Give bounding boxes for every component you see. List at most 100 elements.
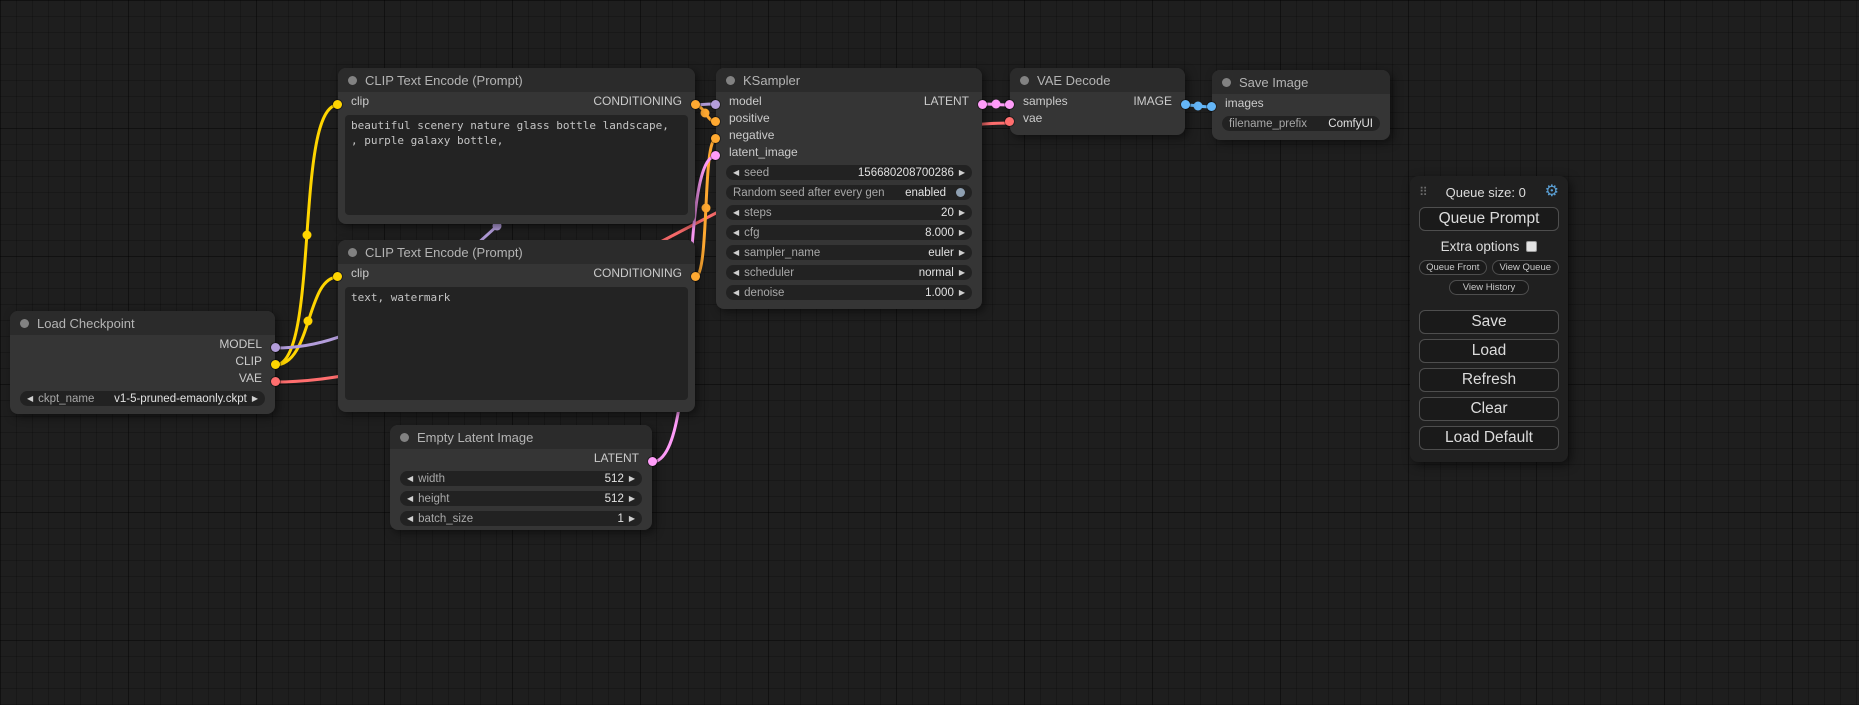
node-title: Save Image — [1239, 75, 1308, 90]
input-pin-model[interactable] — [711, 100, 720, 109]
node-title: Empty Latent Image — [417, 430, 533, 445]
decrement-arrow-icon[interactable]: ◀ — [733, 289, 739, 297]
increment-arrow-icon[interactable]: ▶ — [629, 475, 635, 483]
node-titlebar[interactable]: VAE Decode — [1010, 68, 1185, 92]
input-pin-positive[interactable] — [711, 117, 720, 126]
collapse-dot-icon[interactable] — [726, 76, 735, 85]
input-pin-samples[interactable] — [1005, 100, 1014, 109]
node-title: Load Checkpoint — [37, 316, 135, 331]
width-widget[interactable]: ◀ width 512 ▶ — [400, 471, 642, 486]
node-titlebar[interactable]: CLIP Text Encode (Prompt) — [338, 240, 695, 264]
decrement-arrow-icon[interactable]: ◀ — [27, 395, 33, 403]
view-queue-button[interactable]: View Queue — [1492, 260, 1560, 275]
output-slot-conditioning: CONDITIONING — [593, 94, 682, 108]
decrement-arrow-icon[interactable]: ◀ — [733, 229, 739, 237]
steps-widget[interactable]: ◀ steps 20 ▶ — [726, 205, 972, 220]
settings-gear-icon[interactable]: ⚙ — [1545, 184, 1559, 200]
output-pin-clip[interactable] — [271, 360, 280, 369]
output-pin-latent[interactable] — [978, 100, 987, 109]
node-save-image[interactable]: Save Image images filename_prefix ComfyU… — [1212, 70, 1390, 140]
increment-arrow-icon[interactable]: ▶ — [959, 229, 965, 237]
save-button[interactable]: Save — [1419, 310, 1559, 334]
scheduler-widget[interactable]: ◀ scheduler normal ▶ — [726, 265, 972, 280]
increment-arrow-icon[interactable]: ▶ — [959, 289, 965, 297]
increment-arrow-icon[interactable]: ▶ — [252, 395, 258, 403]
node-empty-latent-image[interactable]: Empty Latent Image LATENT ◀ width 512 ▶ … — [390, 425, 652, 530]
input-pin-clip[interactable] — [333, 272, 342, 281]
collapse-dot-icon[interactable] — [348, 248, 357, 257]
input-pin-images[interactable] — [1207, 102, 1216, 111]
node-titlebar[interactable]: Empty Latent Image — [390, 425, 652, 449]
input-pin-negative[interactable] — [711, 134, 720, 143]
random-seed-toggle[interactable]: Random seed after every gen enabled — [726, 185, 972, 200]
node-title: CLIP Text Encode (Prompt) — [365, 73, 523, 88]
toggle-dot-icon[interactable] — [956, 188, 965, 197]
node-titlebar[interactable]: KSampler — [716, 68, 982, 92]
wire-midpoint-dot — [304, 317, 313, 326]
widget-value: 8.000 — [925, 227, 954, 239]
sampler-name-widget[interactable]: ◀ sampler_name euler ▶ — [726, 245, 972, 260]
node-titlebar[interactable]: CLIP Text Encode (Prompt) — [338, 68, 695, 92]
decrement-arrow-icon[interactable]: ◀ — [733, 169, 739, 177]
negative-prompt-textarea[interactable]: text, watermark — [345, 287, 688, 400]
node-titlebar[interactable]: Load Checkpoint — [10, 311, 275, 335]
increment-arrow-icon[interactable]: ▶ — [959, 209, 965, 217]
collapse-dot-icon[interactable] — [400, 433, 409, 442]
denoise-widget[interactable]: ◀ denoise 1.000 ▶ — [726, 285, 972, 300]
decrement-arrow-icon[interactable]: ◀ — [733, 269, 739, 277]
input-slot-clip: clip — [351, 94, 369, 108]
wire-midpoint-dot — [701, 109, 710, 118]
input-pin-vae[interactable] — [1005, 117, 1014, 126]
queue-front-button[interactable]: Queue Front — [1419, 260, 1487, 275]
output-pin-model[interactable] — [271, 343, 280, 352]
node-graph-canvas[interactable]: Load Checkpoint MODEL CLIP VAE ◀ ckpt_na… — [0, 0, 1859, 705]
node-title: CLIP Text Encode (Prompt) — [365, 245, 523, 260]
collapse-dot-icon[interactable] — [348, 76, 357, 85]
node-titlebar[interactable]: Save Image — [1212, 70, 1390, 94]
output-pin-latent[interactable] — [648, 457, 657, 466]
widget-value: ComfyUI — [1328, 118, 1373, 130]
seed-widget[interactable]: ◀ seed 156680208700286 ▶ — [726, 165, 972, 180]
increment-arrow-icon[interactable]: ▶ — [959, 269, 965, 277]
input-slot-model: model — [729, 94, 762, 108]
input-pin-latent-image[interactable] — [711, 151, 720, 160]
node-vae-decode[interactable]: VAE Decode samples IMAGE vae — [1010, 68, 1185, 135]
increment-arrow-icon[interactable]: ▶ — [959, 169, 965, 177]
comfy-menu-panel[interactable]: ⠿ Queue size: 0 ⚙ Queue Prompt Extra opt… — [1410, 176, 1568, 462]
extra-options-checkbox[interactable] — [1526, 241, 1537, 252]
input-pin-clip[interactable] — [333, 100, 342, 109]
output-pin-conditioning[interactable] — [691, 100, 700, 109]
batch-size-widget[interactable]: ◀ batch_size 1 ▶ — [400, 511, 642, 526]
increment-arrow-icon[interactable]: ▶ — [629, 515, 635, 523]
node-ksampler[interactable]: KSampler model LATENT positive negative … — [716, 68, 982, 309]
decrement-arrow-icon[interactable]: ◀ — [407, 475, 413, 483]
decrement-arrow-icon[interactable]: ◀ — [733, 249, 739, 257]
refresh-button[interactable]: Refresh — [1419, 368, 1559, 392]
node-clip-text-encode-negative[interactable]: CLIP Text Encode (Prompt) clip CONDITION… — [338, 240, 695, 412]
filename-prefix-widget[interactable]: filename_prefix ComfyUI — [1222, 116, 1380, 131]
slot-row: samples IMAGE — [1010, 92, 1185, 109]
clear-button[interactable]: Clear — [1419, 397, 1559, 421]
node-clip-text-encode-positive[interactable]: CLIP Text Encode (Prompt) clip CONDITION… — [338, 68, 695, 224]
load-button[interactable]: Load — [1419, 339, 1559, 363]
output-pin-image[interactable] — [1181, 100, 1190, 109]
load-default-button[interactable]: Load Default — [1419, 426, 1559, 450]
increment-arrow-icon[interactable]: ▶ — [959, 249, 965, 257]
view-history-button[interactable]: View History — [1449, 280, 1529, 295]
decrement-arrow-icon[interactable]: ◀ — [407, 515, 413, 523]
output-pin-conditioning[interactable] — [691, 272, 700, 281]
decrement-arrow-icon[interactable]: ◀ — [733, 209, 739, 217]
node-load-checkpoint[interactable]: Load Checkpoint MODEL CLIP VAE ◀ ckpt_na… — [10, 311, 275, 414]
ckpt-name-widget[interactable]: ◀ ckpt_name v1-5-pruned-emaonly.ckpt ▶ — [20, 391, 265, 406]
increment-arrow-icon[interactable]: ▶ — [629, 495, 635, 503]
positive-prompt-textarea[interactable]: beautiful scenery nature glass bottle la… — [345, 115, 688, 215]
output-pin-vae[interactable] — [271, 377, 280, 386]
drag-handle-icon[interactable]: ⠿ — [1419, 185, 1427, 199]
queue-prompt-button[interactable]: Queue Prompt — [1419, 207, 1559, 231]
collapse-dot-icon[interactable] — [20, 319, 29, 328]
decrement-arrow-icon[interactable]: ◀ — [407, 495, 413, 503]
collapse-dot-icon[interactable] — [1222, 78, 1231, 87]
cfg-widget[interactable]: ◀ cfg 8.000 ▶ — [726, 225, 972, 240]
height-widget[interactable]: ◀ height 512 ▶ — [400, 491, 642, 506]
collapse-dot-icon[interactable] — [1020, 76, 1029, 85]
